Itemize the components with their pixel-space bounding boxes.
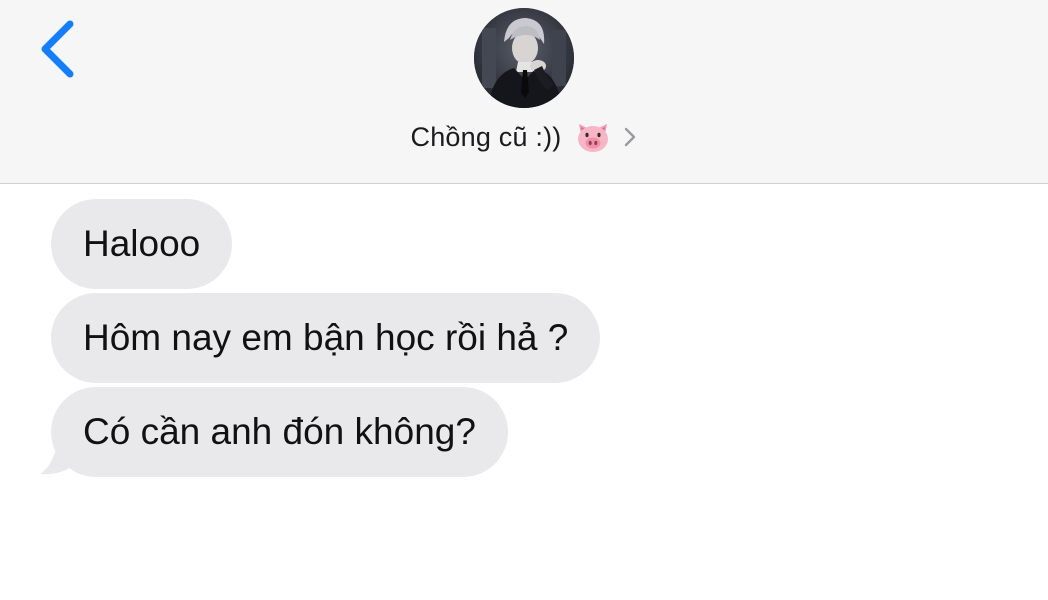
incoming-message-bubble[interactable]: Hôm nay em bận học rồi hả ?	[51, 293, 601, 383]
message-text: Halooo	[83, 223, 201, 264]
message-text: Hôm nay em bận học rồi hả ?	[83, 317, 569, 358]
contact-avatar[interactable]	[474, 8, 574, 108]
chevron-right-icon	[623, 126, 637, 148]
incoming-message-bubble[interactable]: Halooo	[51, 199, 233, 289]
avatar-photo	[474, 8, 574, 108]
contact-name-button[interactable]: Chồng cũ :))	[0, 114, 1048, 160]
contact-name: Chồng cũ :))	[410, 121, 562, 152]
conversation-header: Chồng cũ :))	[0, 0, 1048, 184]
chevron-left-icon	[41, 20, 74, 78]
message-list: Halooo Hôm nay em bận học rồi hả ? Có cầ…	[0, 184, 1048, 600]
back-button[interactable]	[30, 18, 90, 82]
imessage-conversation-screen: Chồng cũ :)) Halooo Hôm nay em bận học r…	[0, 0, 1048, 600]
message-text: Có cần anh đón không?	[83, 411, 476, 452]
pig-face-icon	[575, 120, 611, 154]
incoming-message-bubble[interactable]: Có cần anh đón không?	[51, 387, 508, 477]
